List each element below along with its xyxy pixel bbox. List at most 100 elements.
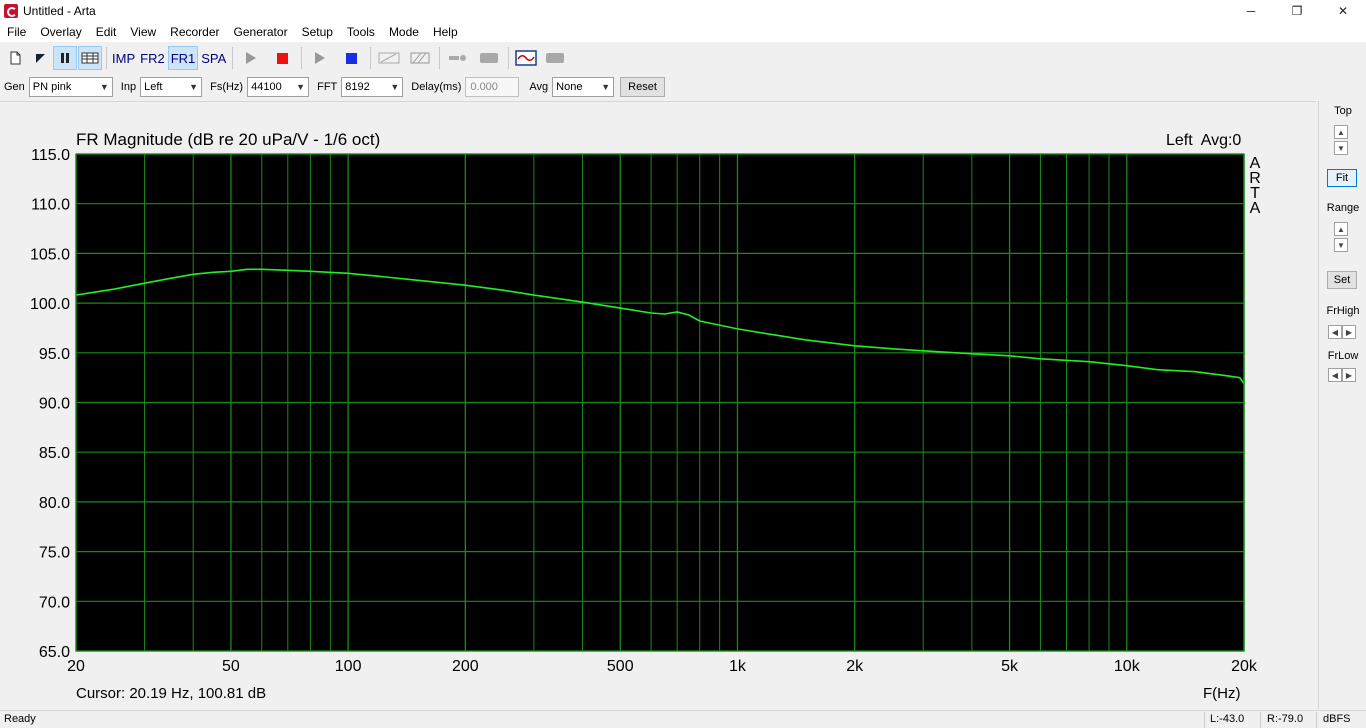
watermark-letter: T	[1250, 185, 1260, 202]
menu-file[interactable]: File	[0, 22, 33, 42]
marker-icon	[36, 54, 45, 63]
pause-button[interactable]	[53, 46, 77, 70]
reset-button[interactable]: Reset	[620, 77, 665, 97]
y-tick-labels: 115.0 110.0 105.0 100.0 95.0 90.0 85.0 80.0 75.0…	[30, 147, 70, 661]
x-tick-label: 10k	[1114, 658, 1141, 675]
x-tick-label: 20	[67, 658, 85, 675]
top-down-button[interactable]: ▼	[1334, 141, 1348, 155]
abc-calibration-icon	[378, 52, 400, 64]
waveform-button[interactable]	[512, 46, 540, 70]
y-tick-label: 95.0	[39, 346, 70, 363]
x-tick-labels: 20 50 100 200 500 1k 2k 5k 10k 20k	[67, 658, 1258, 675]
menu-recorder[interactable]: Recorder	[163, 22, 226, 42]
device-icon	[546, 53, 565, 63]
menu-mode[interactable]: Mode	[382, 22, 426, 42]
stop-record-button[interactable]	[267, 46, 297, 70]
play-button[interactable]	[236, 46, 266, 70]
channel-info: Left Avg:0	[1166, 132, 1242, 149]
mode-imp-button[interactable]: IMP	[110, 46, 137, 70]
y-tick-label: 85.0	[39, 445, 70, 462]
window-controls: ─ ❐ ✕	[1228, 0, 1366, 22]
arrow-up-icon: ▲	[1337, 127, 1345, 137]
toolbar: IMP FR2 FR1 SPA	[0, 44, 1366, 72]
top-up-button[interactable]: ▲	[1334, 125, 1348, 139]
arrow-up-icon: ▲	[1337, 224, 1345, 234]
mode-fr1-button[interactable]: FR1	[167, 46, 199, 70]
window-title: Untitled - Arta	[23, 4, 96, 18]
frhigh-right-button[interactable]: ▶	[1342, 325, 1356, 339]
frlow-left-button[interactable]: ◀	[1328, 368, 1342, 382]
watermark-letter: R	[1249, 170, 1261, 187]
close-button[interactable]: ✕	[1320, 0, 1366, 22]
input-channel-value: Left	[144, 81, 163, 93]
input-channel-select[interactable]: Left ▼	[140, 77, 203, 97]
sample-rate-select[interactable]: 44100 ▼	[247, 77, 310, 97]
frhigh-label: FrHigh	[1326, 305, 1360, 317]
menu-tools[interactable]: Tools	[340, 22, 382, 42]
generator-value: PN pink	[32, 81, 72, 93]
minimize-button[interactable]: ─	[1228, 0, 1274, 22]
menu-bar: File Overlay Edit View Recorder Generato…	[0, 22, 1366, 42]
settings-image-button[interactable]	[405, 46, 435, 70]
probe-button[interactable]	[443, 46, 473, 70]
parameter-bar: Gen PN pink ▼ Inp Left ▼ Fs(Hz) 44100 ▼ FFT…	[0, 74, 1366, 100]
toolbar-separator	[232, 47, 234, 69]
level-unit: dBFS	[1323, 713, 1351, 725]
arrow-down-icon: ▼	[1337, 143, 1345, 153]
frlow-label: FrLow	[1327, 350, 1359, 362]
frequency-response-chart[interactable]: 115.0 110.0 105.0 100.0 95.0 90.0 85.0 80.0 75.0…	[0, 102, 1316, 710]
toolbar-separator	[439, 47, 441, 69]
fit-button[interactable]: Fit	[1327, 169, 1357, 187]
cursor-readout: Cursor: 20.19 Hz, 100.81 dB	[76, 685, 267, 702]
fft-label: FFT	[317, 81, 338, 93]
x-tick-label: 50	[222, 658, 240, 675]
menu-view[interactable]: View	[123, 22, 163, 42]
menu-generator[interactable]: Generator	[227, 22, 295, 42]
y-tick-label: 80.0	[39, 495, 70, 512]
arrow-left-icon: ◀	[1331, 370, 1339, 380]
mode-spa-button[interactable]: SPA	[199, 46, 228, 70]
device-button[interactable]	[474, 46, 504, 70]
maximize-button[interactable]: ❐	[1274, 0, 1320, 22]
range-up-button[interactable]: ▲	[1334, 222, 1348, 236]
toolbar-separator	[370, 47, 372, 69]
record-device-button[interactable]	[541, 46, 569, 70]
x-tick-label: 2k	[846, 658, 864, 675]
status-ready: Ready	[4, 713, 36, 725]
toolbar-separator	[106, 47, 107, 69]
right-level: R:-79.0	[1267, 713, 1304, 725]
generator-play-button[interactable]	[305, 46, 335, 70]
chevron-down-icon: ▼	[601, 82, 611, 92]
averaging-select[interactable]: None ▼	[552, 77, 615, 97]
new-file-button[interactable]	[3, 46, 27, 70]
set-button[interactable]: Set	[1327, 271, 1357, 289]
generator-stop-button[interactable]	[336, 46, 366, 70]
title-bar: Untitled - Arta ─ ❐ ✕	[0, 0, 1366, 22]
fft-size-value: 8192	[345, 81, 370, 93]
generator-select[interactable]: PN pink ▼	[28, 77, 113, 97]
sample-rate-value: 44100	[251, 81, 282, 93]
play-icon	[246, 52, 257, 64]
x-axis-label: F(Hz)	[1203, 685, 1241, 702]
frlow-right-button[interactable]: ▶	[1342, 368, 1356, 382]
marker-button[interactable]	[28, 46, 52, 70]
mode-fr2-button[interactable]: FR2	[138, 46, 167, 70]
grid-view-button[interactable]	[78, 46, 102, 70]
menu-setup[interactable]: Setup	[295, 22, 340, 42]
stop-blue-icon	[345, 52, 357, 64]
delay-field[interactable]: 0.000	[465, 77, 520, 97]
x-tick-label: 5k	[1001, 658, 1019, 675]
abc-button[interactable]	[374, 46, 404, 70]
fft-size-select[interactable]: 8192 ▼	[341, 77, 404, 97]
menu-help[interactable]: Help	[426, 22, 465, 42]
menu-overlay[interactable]: Overlay	[33, 22, 88, 42]
status-separator	[1204, 712, 1205, 728]
chart-title: FR Magnitude (dB re 20 uPa/V - 1/6 oct)	[76, 130, 381, 149]
range-down-button[interactable]: ▼	[1334, 238, 1348, 252]
menu-edit[interactable]: Edit	[89, 22, 124, 42]
stop-red-icon	[276, 52, 288, 64]
chevron-down-icon: ▼	[99, 82, 109, 92]
chevron-down-icon: ▼	[296, 82, 306, 92]
frhigh-left-button[interactable]: ◀	[1328, 325, 1342, 339]
arrow-down-icon: ▼	[1337, 240, 1345, 250]
